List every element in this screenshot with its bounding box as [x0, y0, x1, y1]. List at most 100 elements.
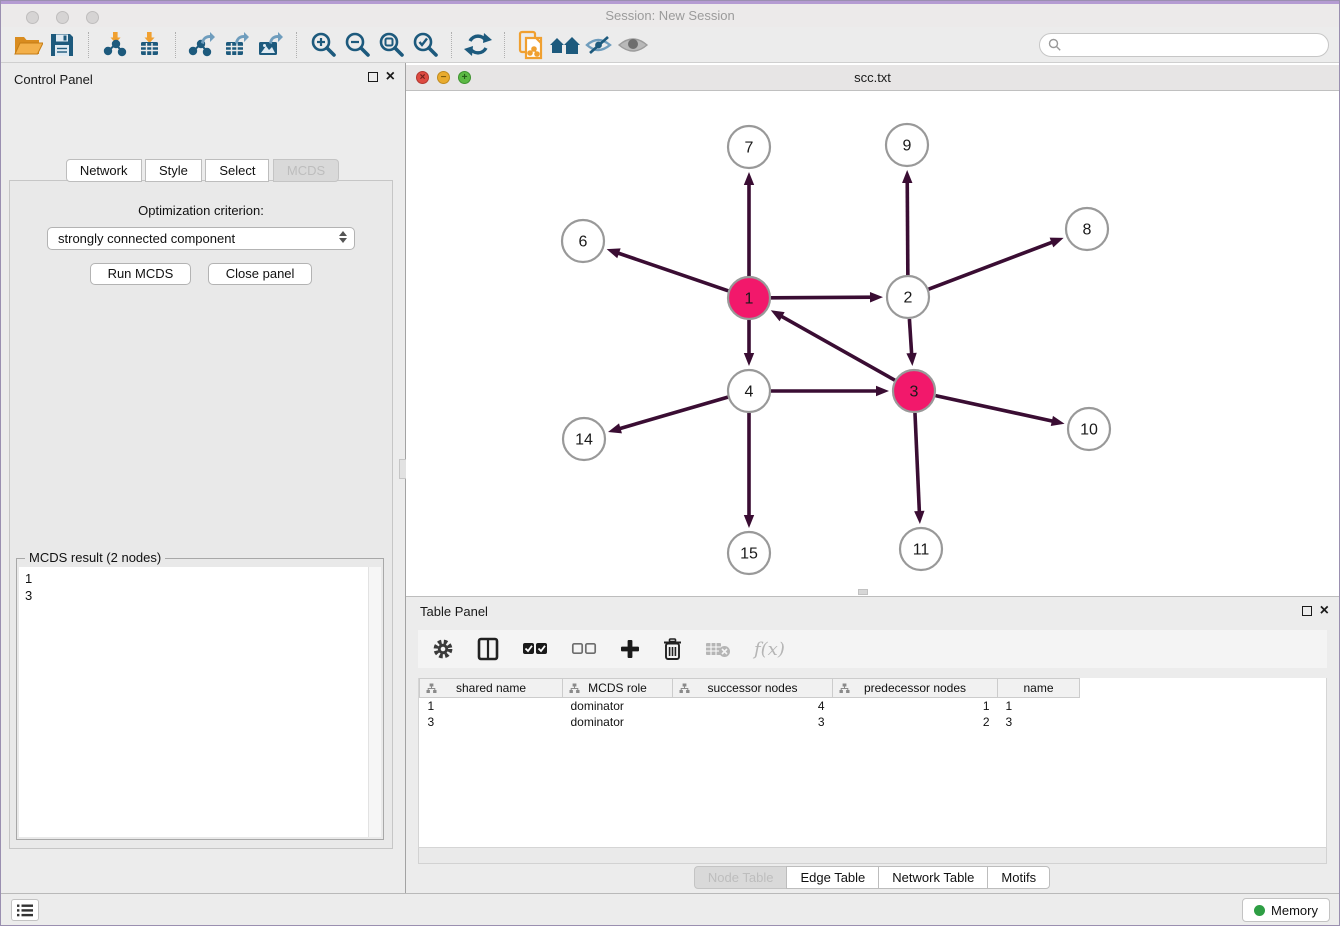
search-input[interactable]: [1039, 33, 1329, 57]
arrowhead-icon: [744, 353, 754, 366]
run-mcds-button[interactable]: Run MCDS: [90, 263, 192, 285]
node-label-6: 6: [579, 234, 588, 251]
node-label-15: 15: [740, 546, 758, 563]
network-file-icon[interactable]: [514, 30, 548, 60]
vertical-split-handle[interactable]: [858, 589, 868, 595]
edge-2-3[interactable]: [909, 319, 911, 356]
memory-label: Memory: [1271, 903, 1318, 918]
float-table-panel-icon[interactable]: [1302, 606, 1312, 616]
node-table: shared nameMCDS rolesuccessor nodesprede…: [418, 678, 1327, 848]
edge-2-8[interactable]: [929, 241, 1055, 289]
cell-name: 1: [998, 698, 1080, 714]
close-panel-icon[interactable]: ×: [386, 72, 395, 82]
zoom-in-icon[interactable]: [306, 30, 340, 60]
table-panel-title: Table Panel: [420, 604, 488, 619]
arrowhead-icon: [906, 353, 916, 366]
edge-1-6[interactable]: [616, 252, 728, 290]
tab-node-table[interactable]: Node Table: [694, 866, 788, 889]
toolbar-separator: [451, 32, 452, 58]
import-network-icon[interactable]: [98, 30, 132, 60]
table-toolbar: f(x): [418, 630, 1327, 668]
network-canvas[interactable]: 7968124314101511: [406, 91, 1339, 596]
mcds-result-node: 1: [25, 570, 375, 587]
close-panel-button[interactable]: Close panel: [208, 263, 313, 285]
edge-1-2[interactable]: [771, 297, 873, 298]
edge-3-11[interactable]: [915, 413, 919, 514]
arrowhead-icon: [1051, 416, 1065, 426]
network-window-title: scc.txt: [406, 70, 1339, 85]
cell-successor-nodes: 4: [673, 698, 833, 714]
chevron-updown-icon: [339, 231, 347, 243]
edge-4-14[interactable]: [618, 397, 728, 429]
tab-style[interactable]: Style: [145, 159, 202, 182]
column-header-MCDS-role[interactable]: MCDS role: [563, 679, 673, 698]
zoom-selected-icon[interactable]: [408, 30, 442, 60]
status-bar: Memory: [1, 893, 1339, 925]
tab-mcds[interactable]: MCDS: [273, 159, 339, 182]
arrowhead-icon: [744, 515, 754, 528]
tab-network-table[interactable]: Network Table: [878, 866, 988, 889]
arrowhead-icon: [870, 292, 883, 302]
table-row[interactable]: 3dominator323: [420, 714, 1327, 730]
memory-status-icon: [1254, 905, 1265, 916]
result-scrollbar[interactable]: [368, 567, 381, 837]
mcds-result-group: MCDS result (2 nodes) 13: [16, 558, 384, 840]
columns-icon[interactable]: [477, 637, 499, 661]
home-networks-icon[interactable]: [548, 30, 582, 60]
application-window: Session: New Session Control Panel × Net…: [0, 0, 1340, 926]
node-label-4: 4: [745, 384, 754, 401]
mcds-panel: Optimization criterion: strongly connect…: [9, 180, 393, 849]
search-box: [1039, 33, 1329, 57]
arrowhead-icon: [914, 511, 924, 524]
column-header-name[interactable]: name: [998, 679, 1080, 698]
edge-3-1[interactable]: [779, 315, 894, 380]
zoom-out-icon[interactable]: [340, 30, 374, 60]
tab-select[interactable]: Select: [205, 159, 269, 182]
table-row[interactable]: 1dominator411: [420, 698, 1327, 714]
layout-refresh-icon[interactable]: [461, 30, 495, 60]
tree-icon: [569, 683, 580, 697]
cell-shared-name: 3: [420, 714, 563, 730]
mcds-result-node: 3: [25, 587, 375, 604]
window-title: Session: New Session: [1, 8, 1339, 23]
task-history-button[interactable]: [11, 899, 39, 921]
memory-button[interactable]: Memory: [1242, 898, 1330, 922]
close-table-panel-icon[interactable]: ×: [1320, 606, 1329, 616]
unchecked-boxes-icon[interactable]: [571, 642, 597, 656]
save-icon[interactable]: [45, 30, 79, 60]
tab-network[interactable]: Network: [66, 159, 142, 182]
tree-icon: [839, 683, 850, 697]
tab-motifs[interactable]: Motifs: [987, 866, 1050, 889]
zoom-fit-icon[interactable]: [374, 30, 408, 60]
export-network-icon[interactable]: [185, 30, 219, 60]
export-image-icon[interactable]: [253, 30, 287, 60]
column-header-successor-nodes[interactable]: successor nodes: [673, 679, 833, 698]
export-table-icon[interactable]: [219, 30, 253, 60]
criterion-select[interactable]: strongly connected component: [47, 227, 355, 250]
show-eye-icon[interactable]: [616, 30, 650, 60]
float-panel-icon[interactable]: [368, 72, 378, 82]
open-folder-icon[interactable]: [11, 30, 45, 60]
checked-boxes-icon[interactable]: [522, 642, 548, 656]
window-titlebar: Session: New Session: [1, 4, 1339, 27]
table-hscrollbar[interactable]: [418, 848, 1327, 864]
mcds-result-list[interactable]: 13: [19, 567, 381, 837]
toolbar-separator: [504, 32, 505, 58]
column-header-predecessor-nodes[interactable]: predecessor nodes: [833, 679, 998, 698]
edge-2-9[interactable]: [907, 180, 908, 275]
table-panel-header: Table Panel ×: [406, 597, 1339, 625]
network-window-titlebar[interactable]: × − + scc.txt: [406, 65, 1339, 91]
plus-icon[interactable]: [620, 639, 640, 659]
gear-icon[interactable]: [432, 638, 454, 660]
import-table-icon[interactable]: [132, 30, 166, 60]
hide-eye-icon[interactable]: [582, 30, 616, 60]
edge-3-10[interactable]: [935, 396, 1054, 422]
table-tabs: Node TableEdge TableNetwork TableMotifs: [406, 866, 1339, 889]
trash-icon[interactable]: [663, 638, 682, 660]
control-panel-header: Control Panel ×: [1, 63, 405, 95]
tree-icon: [679, 683, 690, 697]
tab-edge-table[interactable]: Edge Table: [786, 866, 879, 889]
network-graph[interactable]: 7968124314101511: [406, 91, 1335, 596]
column-header-shared-name[interactable]: shared name: [420, 679, 563, 698]
main-toolbar: [1, 27, 1339, 63]
